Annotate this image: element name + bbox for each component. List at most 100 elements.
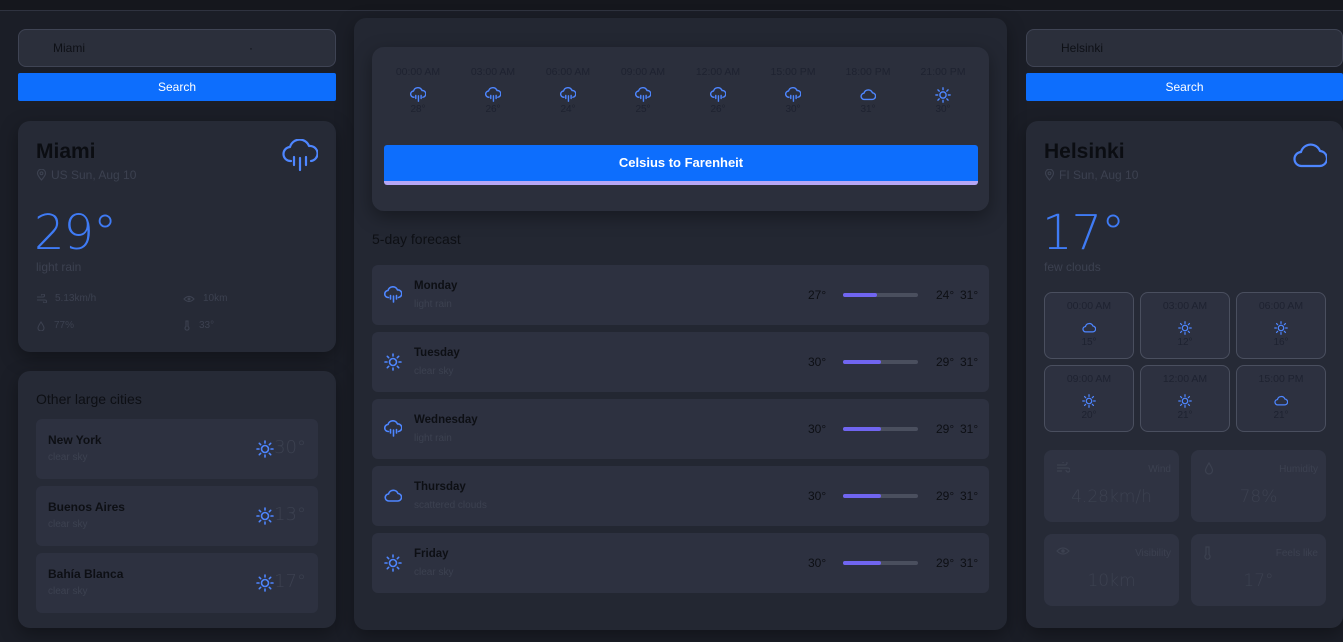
weather-description: light rain [36, 260, 82, 274]
weather-description: few clouds [1044, 260, 1101, 274]
sun-icon [1178, 394, 1192, 408]
forecast-day-row[interactable]: Wednesday light rain 30° 29° 31° [372, 399, 989, 459]
hourly-box: 09:00 AM 20° [1044, 365, 1134, 432]
current-temp: 29° [34, 205, 117, 261]
visibility-stat: 10km [183, 293, 227, 304]
rain-icon [384, 286, 402, 304]
celsius-to-farenheit-button[interactable]: Celsius to Farenheit [384, 145, 978, 185]
city-card[interactable]: Buenos Aires clear sky 13° [36, 486, 318, 546]
city-card[interactable]: Bahía Blanca clear sky 17° [36, 553, 318, 613]
hourly-temp: 31° [860, 104, 876, 115]
wind-label: Wind [1148, 464, 1171, 475]
temp-range-fill [843, 360, 881, 364]
hourly-temp: 24° [560, 104, 576, 115]
rain-cloud-icon [282, 139, 318, 173]
hourly-time: 03:00 AM [470, 66, 516, 78]
rain-icon [384, 420, 402, 438]
search-button-left[interactable]: Search [18, 73, 336, 101]
city-card[interactable]: New York clear sky 30° [36, 419, 318, 479]
forecast-day-max: 31° [960, 355, 979, 369]
humidity-label: Humidity [1279, 464, 1318, 475]
temp-range-fill [843, 427, 881, 431]
thermometer-icon [1203, 546, 1212, 560]
hourly-temp: 25° [635, 104, 651, 115]
feels-like-tile: Feels like 17° [1191, 534, 1326, 606]
hourly-item: 12:00 AM 26° [683, 66, 753, 115]
visibility-value: 10km [1087, 571, 1136, 591]
forecast-day-max: 31° [960, 489, 979, 503]
hourly-temp: 30° [935, 104, 951, 115]
eye-icon [1056, 546, 1070, 556]
hourly-item: 03:00 AM 26° [458, 66, 528, 115]
rain-icon [410, 87, 426, 103]
thermometer-icon [183, 320, 191, 331]
sun-icon [384, 554, 402, 572]
city-name: Helsinki [1044, 140, 1125, 163]
city-card-temp: 30° [274, 437, 306, 458]
wind-stat: 5.13km/h [36, 293, 96, 304]
search-button-right[interactable]: Search [1026, 73, 1343, 101]
forecast-day-row[interactable]: Thursday scattered clouds 30° 29° 31° [372, 466, 989, 526]
hourly-item: 15:00 PM 30° [758, 66, 828, 115]
cloud-icon [1082, 321, 1096, 335]
city-name: Miami [36, 140, 96, 163]
hourly-time: 15:00 PM [1258, 373, 1304, 385]
forecast-day-temp: 30° [808, 489, 827, 503]
hourly-box: 00:00 AM 15° [1044, 292, 1134, 359]
hourly-temp: 30° [785, 104, 801, 115]
forecast-day-temp: 30° [808, 556, 827, 570]
feels-like-value: 17° [1243, 571, 1274, 591]
search-input-value: Miami [53, 41, 85, 55]
hourly-temp: 21° [1273, 410, 1289, 421]
humidity-value: 78% [1239, 487, 1278, 507]
cloud-icon [860, 87, 876, 103]
forecast-day-desc: light rain [414, 433, 452, 444]
feels-like-value: 33° [199, 320, 215, 331]
hourly-time: 18:00 PM [845, 66, 891, 78]
forecast-day-row[interactable]: Monday light rain 27° 24° 31° [372, 265, 989, 325]
hourly-box: 15:00 PM 21° [1236, 365, 1326, 432]
other-cities-title: Other large cities [36, 391, 142, 407]
hourly-item: 06:00 AM 24° [533, 66, 603, 115]
visibility-label: Visibility [1135, 548, 1171, 559]
visibility-value: 10km [203, 293, 228, 304]
eye-icon [183, 295, 195, 303]
search-input-value: Helsinki [1061, 41, 1104, 55]
forecast-day-desc: light rain [414, 299, 452, 310]
hourly-item: 09:00 AM 25° [608, 66, 678, 115]
hourly-temp: 12° [1177, 337, 1193, 348]
forecast-day-max: 31° [960, 422, 979, 436]
hourly-item: 00:00 AM 28° [383, 66, 453, 115]
hourly-strip: 00:00 AM 28° 03:00 AM 26° 06:00 AM 24° 09:00 A… [383, 66, 983, 126]
forecast-day-min: 29° [936, 489, 955, 503]
humidity-tile: Humidity 78% [1191, 450, 1326, 522]
hourly-temp: 28° [410, 104, 426, 115]
forecast-day-desc: scattered clouds [414, 500, 487, 511]
wind-value: 5.13km/h [55, 293, 97, 304]
forecast-day-desc: clear sky [414, 366, 454, 377]
hourly-time: 12:00 AM [695, 66, 741, 78]
hourly-time: 15:00 PM [770, 66, 816, 78]
forecast-day-row[interactable]: Tuesday clear sky 30° 29° 31° [372, 332, 989, 392]
hourly-time: 03:00 AM [1162, 300, 1208, 312]
forecast-day-row[interactable]: Friday clear sky 30° 29° 31° [372, 533, 989, 593]
sun-icon [1178, 321, 1192, 335]
temp-range-fill [843, 561, 881, 565]
location-text: FI Sun, Aug 10 [1059, 168, 1139, 182]
hourly-time: 00:00 AM [395, 66, 441, 78]
forecast-day-temp: 27° [808, 288, 827, 302]
wind-value: 4.28km/h [1071, 487, 1152, 507]
forecast-day-temp: 30° [808, 422, 827, 436]
forecast-day-name: Thursday [414, 481, 466, 493]
location-row: US Sun, Aug 10 [36, 168, 136, 182]
sun-icon [384, 353, 402, 371]
hourly-box: 12:00 AM 21° [1140, 365, 1230, 432]
rain-icon [485, 87, 501, 103]
hourly-time: 06:00 AM [1258, 300, 1304, 312]
hourly-time: 12:00 AM [1162, 373, 1208, 385]
city-card-desc: clear sky [48, 519, 88, 530]
city-search-input-left[interactable]: Miami · [18, 29, 336, 67]
city-search-input-right[interactable]: Helsinki [1026, 29, 1343, 67]
humidity-value: 77% [54, 320, 75, 331]
hourly-temp: 26° [710, 104, 726, 115]
